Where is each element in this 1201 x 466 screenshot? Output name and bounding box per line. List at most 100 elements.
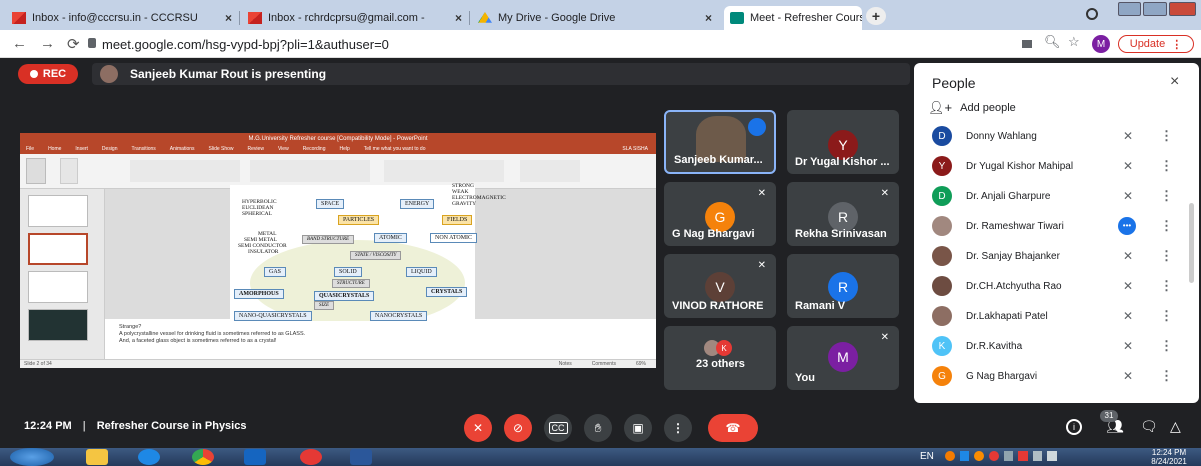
mic-toggle-button[interactable]: ✕ — [464, 414, 492, 442]
zoom-level[interactable]: 69% — [636, 361, 646, 367]
add-people-button[interactable]: 👤︎+ Add people — [928, 100, 1016, 116]
ribbon-tab[interactable]: Animations — [170, 146, 195, 152]
ribbon-tab[interactable]: Review — [248, 146, 264, 152]
new-tab-button[interactable]: + — [866, 7, 886, 25]
ribbon-tab[interactable]: File — [26, 146, 34, 152]
ribbon-tab[interactable]: Help — [339, 146, 349, 152]
maximize-button[interactable] — [1143, 2, 1167, 16]
tray-icon[interactable] — [974, 451, 984, 461]
participant-tile[interactable]: Y Dr Yugal Kishor ... — [787, 110, 899, 174]
taskbar-clock[interactable]: 12:24 PM 8/24/2021 — [1140, 448, 1198, 466]
ribbon-tab[interactable]: Insert — [75, 146, 88, 152]
tray-icon[interactable] — [945, 451, 955, 461]
present-button[interactable]: ▣ — [624, 414, 652, 442]
tab-google-drive[interactable]: My Drive - Google Drive × — [472, 6, 718, 30]
self-tile[interactable]: ✕ M You — [787, 326, 899, 390]
participant-row[interactable]: Dr. Rameshwar Tiwari ••• ⋮ — [914, 211, 1199, 241]
tray-icon[interactable] — [959, 451, 970, 461]
activities-icon[interactable]: △ — [1170, 418, 1181, 435]
close-icon[interactable]: × — [219, 11, 232, 25]
flag-icon[interactable] — [1032, 451, 1043, 461]
tray-icon[interactable] — [988, 451, 999, 461]
comments-toggle[interactable]: Comments — [592, 361, 616, 367]
participant-row[interactable]: Dr.CH.Atchyutha Rao ✕ ⋮ — [914, 271, 1199, 301]
more-options-icon[interactable]: ⋮ — [1160, 278, 1173, 294]
tab-gmail-cccrsu[interactable]: Inbox - info@cccrsu.in - CCCRSU × — [6, 6, 238, 30]
keyboard-icon[interactable] — [1047, 451, 1057, 461]
camera-toggle-button[interactable]: ⊘ — [504, 414, 532, 442]
participant-row[interactable]: D Donny Wahlang ✕ ⋮ — [914, 121, 1199, 151]
language-indicator[interactable]: EN — [920, 451, 934, 462]
ribbon-tab[interactable]: Recording — [303, 146, 326, 152]
participant-row[interactable]: Dr.Lakhapati Patel ✕ ⋮ — [914, 301, 1199, 331]
participant-tile[interactable]: R Ramani V — [787, 254, 899, 318]
chat-icon[interactable]: 🗨︎ — [1140, 418, 1158, 435]
more-options-icon[interactable]: ⋮ — [1160, 158, 1173, 174]
participant-row[interactable]: G G Nag Bhargavi ✕ ⋮ — [914, 361, 1199, 391]
participant-tile[interactable]: ✕ G G Nag Bhargavi — [664, 182, 776, 246]
leave-call-button[interactable]: ☎︎ — [708, 414, 758, 442]
paste-icon[interactable] — [26, 158, 46, 184]
internet-explorer-icon[interactable] — [138, 449, 160, 465]
close-panel-button[interactable]: × — [1170, 73, 1179, 91]
zoom-icon[interactable]: 🔍︎ — [1044, 34, 1061, 50]
ribbon-tab[interactable]: Design — [102, 146, 118, 152]
star-icon[interactable]: ☆ — [1068, 34, 1080, 50]
back-arrow-icon[interactable]: ← — [12, 35, 27, 52]
slide-thumbnail-selected[interactable] — [28, 233, 88, 265]
url-input[interactable]: meet.google.com/hsg-vypd-bpj?pli=1&authu… — [102, 33, 972, 55]
window-close-button[interactable] — [1168, 2, 1196, 16]
forward-arrow-icon[interactable]: → — [40, 35, 55, 52]
profile-avatar[interactable]: M — [1092, 35, 1110, 53]
slide-thumbnail[interactable] — [28, 309, 88, 341]
more-options-icon[interactable]: ⋮ — [1160, 128, 1173, 144]
word-icon[interactable] — [350, 449, 372, 465]
ribbon-tab[interactable]: Tell me what you want to do — [364, 146, 426, 152]
more-options-icon[interactable]: ⋮ — [1160, 218, 1173, 234]
slide-notes[interactable]: Strange? A polycrystalline vessel for dr… — [105, 321, 656, 359]
more-options-icon[interactable]: ⋮ — [1160, 338, 1173, 354]
start-button[interactable] — [10, 448, 54, 466]
ribbon-tab[interactable]: Slide Show — [209, 146, 234, 152]
ribbon-tab[interactable]: Home — [48, 146, 61, 152]
update-button[interactable]: Update ⋮ — [1118, 35, 1194, 53]
panel-scrollbar[interactable] — [1189, 203, 1194, 283]
ribbon-tab[interactable]: Transitions — [132, 146, 156, 152]
new-slide-icon[interactable] — [60, 158, 78, 184]
slide-thumbnail[interactable] — [28, 195, 88, 227]
more-options-icon[interactable]: ⋮ — [1160, 308, 1173, 324]
participant-tile[interactable]: ✕ R Rekha Srinivasan — [787, 182, 899, 246]
notes-toggle[interactable]: Notes — [559, 361, 572, 367]
more-options-icon[interactable]: ⋮ — [1160, 188, 1173, 204]
participant-row[interactable]: D Dr. Anjali Gharpure ✕ ⋮ — [914, 181, 1199, 211]
chrome-icon[interactable] — [192, 449, 214, 465]
close-icon[interactable]: × — [449, 11, 462, 25]
meeting-info-icon[interactable]: i — [1066, 419, 1082, 435]
participant-row[interactable]: K Dr.R.Kavitha ✕ ⋮ — [914, 331, 1199, 361]
more-options-button[interactable]: ⋮ — [664, 414, 692, 442]
participant-row[interactable]: Y Dr Yugal Kishor Mahipal ✕ ⋮ — [914, 151, 1199, 181]
media-player-icon[interactable] — [244, 449, 266, 465]
opera-icon[interactable] — [300, 449, 322, 465]
camera-icon[interactable] — [1022, 40, 1032, 48]
ribbon-tab[interactable]: View — [278, 146, 289, 152]
minimize-button[interactable] — [1118, 2, 1142, 16]
participant-row[interactable]: Dr. Sanjay Bhajanker ✕ ⋮ — [914, 241, 1199, 271]
network-icon[interactable] — [1018, 451, 1028, 461]
slide-thumbnail[interactable] — [28, 271, 88, 303]
volume-icon[interactable] — [1003, 451, 1014, 461]
others-tile[interactable]: K 23 others — [664, 326, 776, 390]
file-explorer-icon[interactable] — [86, 449, 108, 465]
meeting-details[interactable]: 12:24 PM | Refresher Course in Physics — [24, 420, 246, 432]
participant-tile[interactable]: Sanjeeb Kumar... — [664, 110, 776, 174]
more-options-icon[interactable]: ⋮ — [1160, 368, 1173, 384]
reload-icon[interactable]: ⟳ — [67, 35, 80, 53]
tab-google-meet[interactable]: Meet - Refresher Course in P × — [724, 6, 862, 30]
more-options-icon[interactable]: ⋮ — [1160, 248, 1173, 264]
browser-menu-icon[interactable] — [1086, 8, 1098, 20]
raise-hand-button[interactable]: ✋︎ — [584, 414, 612, 442]
captions-button[interactable]: CC — [544, 414, 572, 442]
close-icon[interactable]: × — [699, 11, 712, 25]
tab-gmail-rchrdcprsu[interactable]: Inbox - rchrdcprsu@gmail.com - × — [242, 6, 468, 30]
participant-tile[interactable]: ✕ V VINOD RATHORE — [664, 254, 776, 318]
